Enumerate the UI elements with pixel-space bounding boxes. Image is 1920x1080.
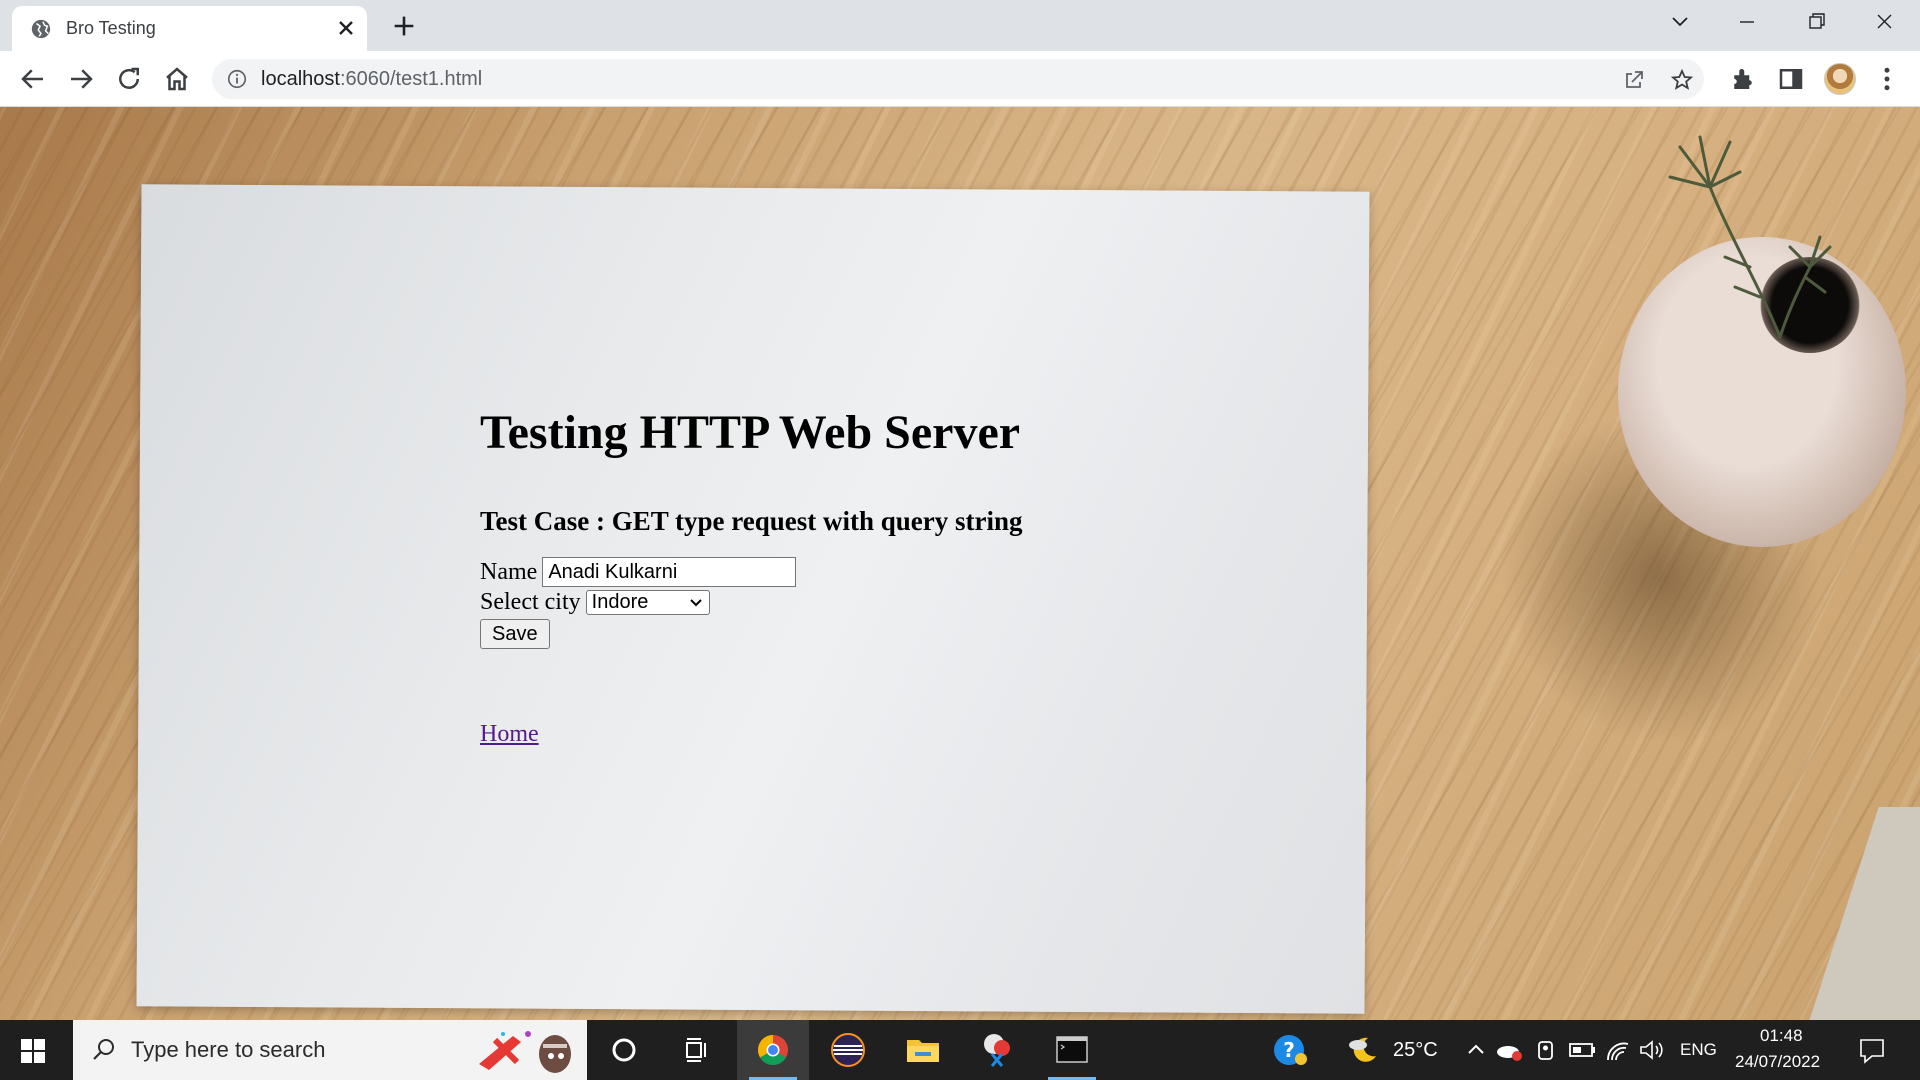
search-icon <box>93 1039 114 1060</box>
svg-text:?: ? <box>1283 1038 1295 1062</box>
city-label: Select city <box>480 588 581 615</box>
file-explorer-icon[interactable] <box>903 1030 943 1070</box>
url-text[interactable]: localhost:6060/test1.html <box>261 68 482 91</box>
chrome-icon[interactable] <box>753 1030 793 1070</box>
cortana-icon[interactable] <box>604 1030 644 1070</box>
home-link[interactable]: Home <box>480 721 539 748</box>
city-row: Select city Indore <box>480 587 1023 617</box>
reload-icon[interactable] <box>114 64 144 94</box>
save-button[interactable]: Save <box>480 619 550 649</box>
close-icon[interactable] <box>334 16 358 40</box>
background-wall <box>1781 807 1920 1020</box>
tab-search-icon[interactable] <box>1662 8 1698 36</box>
city-select[interactable]: Indore <box>585 589 710 615</box>
menu-kebab-icon[interactable] <box>1872 64 1902 94</box>
site-info-icon[interactable] <box>226 68 248 90</box>
tab-strip: Bro Testing <box>0 0 1920 51</box>
address-bar[interactable]: localhost:6060/test1.html <box>212 59 1704 99</box>
tab-title: Bro Testing <box>66 18 156 38</box>
notification-icon[interactable] <box>1852 1030 1892 1070</box>
globe-icon <box>31 19 51 39</box>
restore-icon[interactable] <box>1798 8 1834 36</box>
close-window-icon[interactable] <box>1866 8 1902 36</box>
test-form: Name Select city Indore Save <box>480 557 1023 649</box>
weather-temperature[interactable]: 25°C <box>1393 1039 1438 1062</box>
forward-icon[interactable] <box>66 64 96 94</box>
taskbar: Type here to search ? 25°C ENG 01:48 24/… <box>0 1020 1920 1080</box>
weather-moon-icon[interactable] <box>1344 1030 1384 1070</box>
clock-date: 24/07/2022 <box>1735 1052 1821 1071</box>
extensions-icon[interactable] <box>1728 64 1758 94</box>
page-title: Testing HTTP Web Server <box>480 406 1021 459</box>
bookmark-star-icon[interactable] <box>1670 68 1694 92</box>
share-icon[interactable] <box>1622 68 1646 92</box>
browser-toolbar: localhost:6060/test1.html <box>0 51 1920 107</box>
url-host: localhost <box>261 68 340 90</box>
terminal-icon[interactable] <box>1052 1030 1092 1070</box>
windows-start-icon[interactable] <box>20 1038 46 1064</box>
side-panel-icon[interactable] <box>1776 64 1806 94</box>
name-label: Name <box>480 558 538 585</box>
task-view-icon[interactable] <box>676 1030 716 1070</box>
new-tab-icon[interactable] <box>390 12 418 40</box>
name-input[interactable] <box>542 557 797 587</box>
search-highlight-icon <box>479 1031 571 1073</box>
help-icon[interactable]: ? <box>1270 1030 1310 1070</box>
chevron-down-icon <box>689 598 702 606</box>
clock-time: 01:48 <box>1760 1026 1803 1045</box>
test-case-subtitle: Test Case : GET type request with query … <box>480 506 1023 536</box>
city-selected-value: Indore <box>591 590 649 613</box>
name-row: Name <box>480 557 1023 587</box>
eclipse-icon[interactable] <box>828 1030 868 1070</box>
taskbar-search[interactable]: Type here to search <box>73 1020 587 1080</box>
search-placeholder: Type here to search <box>131 1037 326 1062</box>
back-icon[interactable] <box>18 64 48 94</box>
language-indicator[interactable]: ENG <box>1680 1040 1717 1060</box>
page-content: Testing HTTP Web Server Test Case : GET … <box>480 405 1023 748</box>
battery-icon[interactable] <box>1562 1030 1602 1070</box>
url-path: :6060/test1.html <box>339 68 483 90</box>
meet-now-icon[interactable] <box>1526 1030 1566 1070</box>
page-viewport: Testing HTTP Web Server Test Case : GET … <box>0 107 1920 1020</box>
profile-avatar[interactable] <box>1824 63 1856 95</box>
home-icon[interactable] <box>162 64 192 94</box>
snipping-tool-icon[interactable] <box>978 1030 1018 1070</box>
browser-tab[interactable]: Bro Testing <box>12 6 367 51</box>
volume-icon[interactable] <box>1632 1030 1672 1070</box>
plant-image <box>1668 135 1832 339</box>
onedrive-error-icon[interactable] <box>1490 1030 1530 1070</box>
minimize-icon[interactable] <box>1729 8 1765 36</box>
